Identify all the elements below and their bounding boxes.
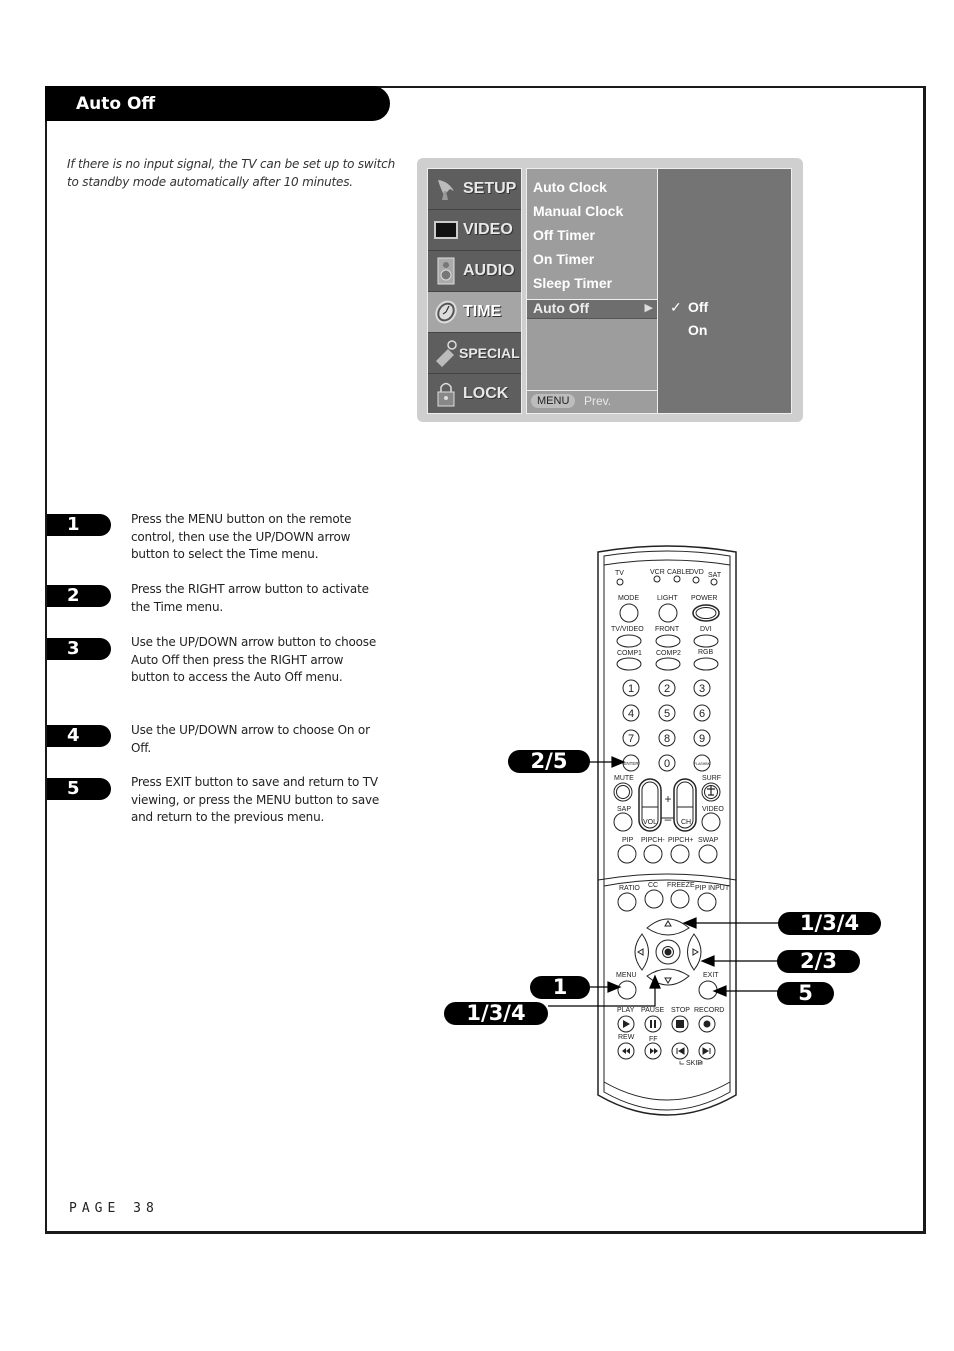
vol-rocker[interactable]: VOL [643,819,657,826]
enter-button[interactable]: ENTER [623,761,639,766]
record-icon [703,1020,711,1028]
digit-6-button[interactable]: 6 [699,708,705,720]
callout-up: 1/3/4 [778,912,881,935]
callout-right: 2/3 [777,950,860,973]
digit-0-button[interactable]: 0 [664,758,670,770]
label-pip: PIP [622,837,634,844]
plus-label: + [664,792,671,806]
minus-label: – [665,812,672,826]
label-sat: SAT [708,572,722,579]
label-dvd: DVD [689,569,704,576]
label-pip-input: PIP INPUT [695,885,730,892]
label-skip: SKIP [686,1060,702,1067]
digit-3-button[interactable]: 3 [699,683,705,695]
digit-2-button[interactable]: 2 [664,683,670,695]
digit-4-button[interactable]: 4 [628,708,634,720]
digit-1-button[interactable]: 1 [628,683,634,695]
label-tv: TV [615,570,624,577]
label-stop: STOP [671,1007,690,1014]
label-surf: SURF [702,775,721,782]
label-play: PLAY [617,1007,635,1014]
label-cable: CABLE [667,569,690,576]
label-ff: FF [649,1036,658,1043]
ch-rocker[interactable]: CH [681,819,691,826]
label-rgb: RGB [698,649,714,656]
label-menu: MENU [616,972,637,979]
label-freeze: FREEZE [667,882,695,889]
label-front: FRONT [655,626,680,633]
label-tv-video: TV/VIDEO [611,626,644,633]
page-number: PAGE 38 [69,1201,159,1216]
label-sap: SAP [617,806,631,813]
label-mode: MODE [618,595,639,602]
digit-8-button[interactable]: 8 [664,733,670,745]
label-dvi: DVI [700,626,712,633]
callout-enter: 2/5 [508,750,590,773]
callout-down: 1/3/4 [444,1002,548,1025]
label-video: VIDEO [702,806,724,813]
label-ratio: RATIO [619,885,640,892]
digit-5-button[interactable]: 5 [664,708,670,720]
pause-icon [650,1020,652,1028]
label-pipch-minus: PIPCH- [641,837,665,844]
remote-control: TV VCR CABLE DVD SAT MODE LIGHT POWER TV… [548,545,800,1116]
label-light: LIGHT [657,595,678,602]
callout-exit: 5 [777,982,834,1005]
label-comp1: COMP1 [617,650,642,657]
digit-9-button[interactable]: 9 [699,733,705,745]
digit-7-button[interactable]: 7 [628,733,634,745]
label-record: RECORD [694,1007,724,1014]
stop-icon [676,1020,684,1028]
callout-menu: 1 [530,976,590,999]
label-vcr: VCR [650,569,665,576]
label-cc: CC [648,882,658,889]
label-pipch-plus: PIPCH+ [668,837,693,844]
label-power: POWER [691,595,717,602]
label-exit: EXIT [703,972,719,979]
label-swap: SWAP [698,837,719,844]
label-comp2: COMP2 [656,650,681,657]
flashbk-button[interactable]: FLASHBK [694,762,711,766]
label-mute: MUTE [614,775,634,782]
label-rew: REW [618,1034,635,1041]
label-pause: PAUSE [641,1007,665,1014]
